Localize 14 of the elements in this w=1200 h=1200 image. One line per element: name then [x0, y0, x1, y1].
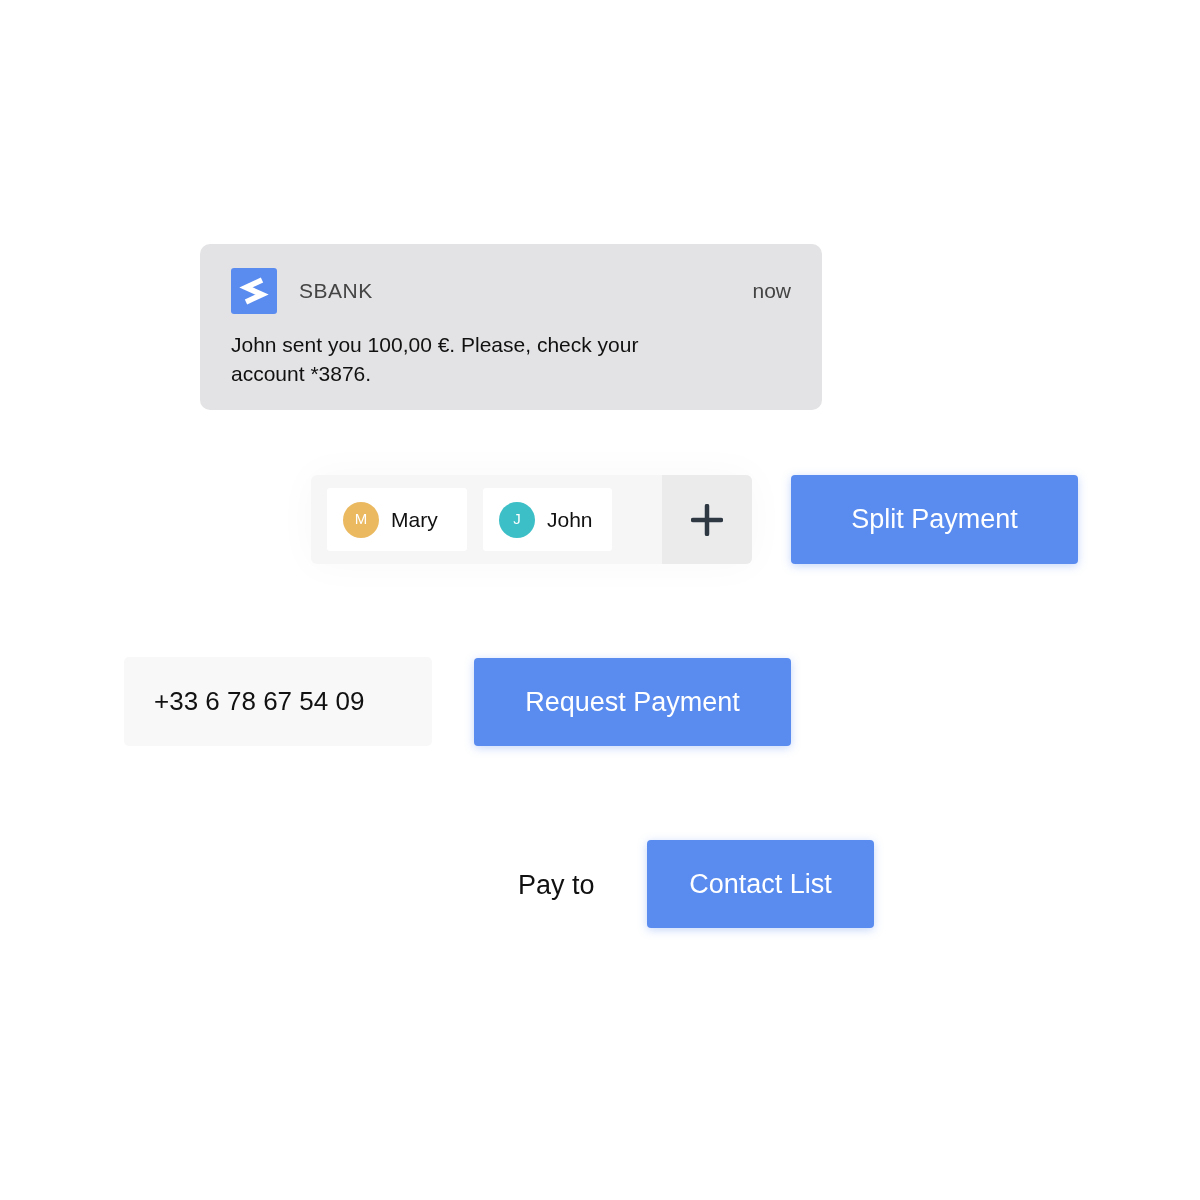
app-name: SBANK — [299, 278, 373, 305]
participant-chip[interactable]: M Mary — [327, 488, 467, 551]
avatar: J — [499, 501, 535, 538]
phone-field[interactable]: +33 6 78 67 54 09 — [124, 657, 432, 746]
add-participant-button[interactable] — [662, 475, 752, 564]
notification-message: John sent you 100,00 €. Please, check your account *3876. — [231, 332, 640, 387]
participant-chip[interactable]: J John — [483, 488, 612, 551]
participant-name: Mary — [391, 506, 438, 533]
pay-to-label: Pay to — [518, 869, 595, 902]
participant-name: John — [547, 506, 593, 533]
avatar: M — [343, 501, 379, 538]
notification-time: now — [752, 278, 791, 305]
plus-icon — [691, 503, 723, 536]
app-logo-icon — [231, 268, 277, 314]
